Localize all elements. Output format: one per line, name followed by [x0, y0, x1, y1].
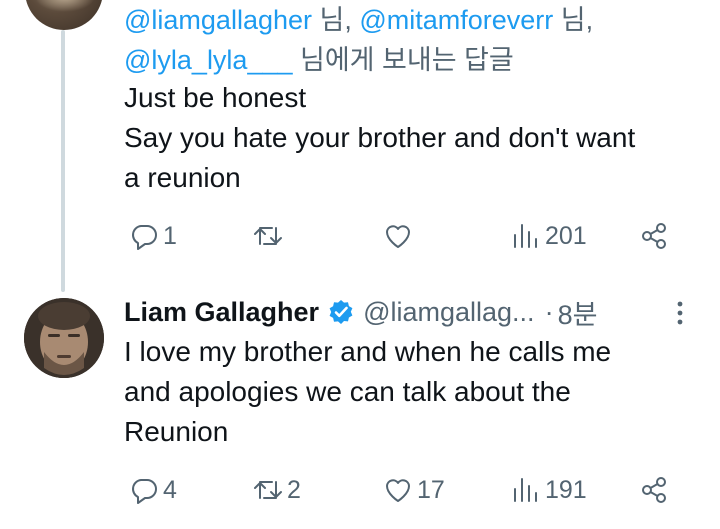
reply-button[interactable]: 4	[128, 470, 177, 510]
avatar[interactable]	[24, 298, 104, 378]
like-icon	[386, 479, 410, 502]
reply-count: 4	[163, 475, 177, 504]
reply-count: 1	[163, 221, 177, 250]
views-icon	[514, 224, 537, 248]
timestamp[interactable]: 8분	[558, 293, 598, 332]
more-options-icon[interactable]	[670, 298, 690, 328]
like-count: 17	[417, 475, 445, 504]
share-button[interactable]	[638, 216, 670, 256]
separator-dot: ·	[544, 296, 554, 327]
tweet-actions: 4 2 17 191	[124, 470, 684, 510]
reply-icon	[132, 225, 157, 250]
reply-context-suffix: 님에게 보내는 답글	[292, 45, 514, 75]
reply-icon	[132, 479, 157, 504]
tweet-text: I love my brother and when he calls me a…	[124, 336, 612, 447]
thread-connector-line	[61, 30, 65, 292]
verified-badge-icon	[329, 300, 353, 324]
reply-context-suffix: 님,	[553, 5, 594, 35]
display-name[interactable]: Liam Gallagher	[124, 297, 319, 328]
tweet-actions: 1 201	[124, 216, 684, 256]
reply-button[interactable]: 1	[128, 216, 177, 256]
mention-link[interactable]: @mitamforeverr	[359, 5, 553, 35]
mention-link[interactable]: @liamgallagher	[124, 5, 312, 35]
views-button[interactable]: 191	[510, 470, 587, 510]
retweet-count: 2	[287, 475, 301, 504]
user-handle[interactable]: @liamgallag...	[363, 297, 534, 328]
avatar-portrait-icon	[24, 298, 104, 378]
view-count: 201	[545, 221, 587, 250]
mention-link[interactable]: @lyla_lyla___	[124, 45, 293, 75]
retweet-button[interactable]	[252, 216, 287, 256]
reply-context-suffix: 님,	[312, 5, 352, 35]
retweet-icon	[254, 481, 282, 499]
like-button[interactable]: 17	[382, 470, 445, 510]
retweet-button[interactable]: 2	[252, 470, 301, 510]
tweet-text: Just be honest Say you hate your brother…	[124, 82, 636, 193]
avatar[interactable]	[25, 0, 103, 30]
tweet-header: Liam Gallagher @liamgallag... · 8분	[124, 292, 597, 332]
reply-context: @liamgallagher 님, @mitamforeverr 님, @lyl…	[124, 0, 704, 80]
share-button[interactable]	[638, 470, 670, 510]
views-button[interactable]: 201	[510, 216, 587, 256]
views-icon	[514, 478, 537, 502]
view-count: 191	[545, 475, 587, 504]
share-icon	[642, 223, 666, 249]
share-icon	[642, 477, 666, 503]
retweet-icon	[254, 227, 282, 245]
like-icon	[386, 225, 410, 248]
like-button[interactable]	[382, 216, 417, 256]
